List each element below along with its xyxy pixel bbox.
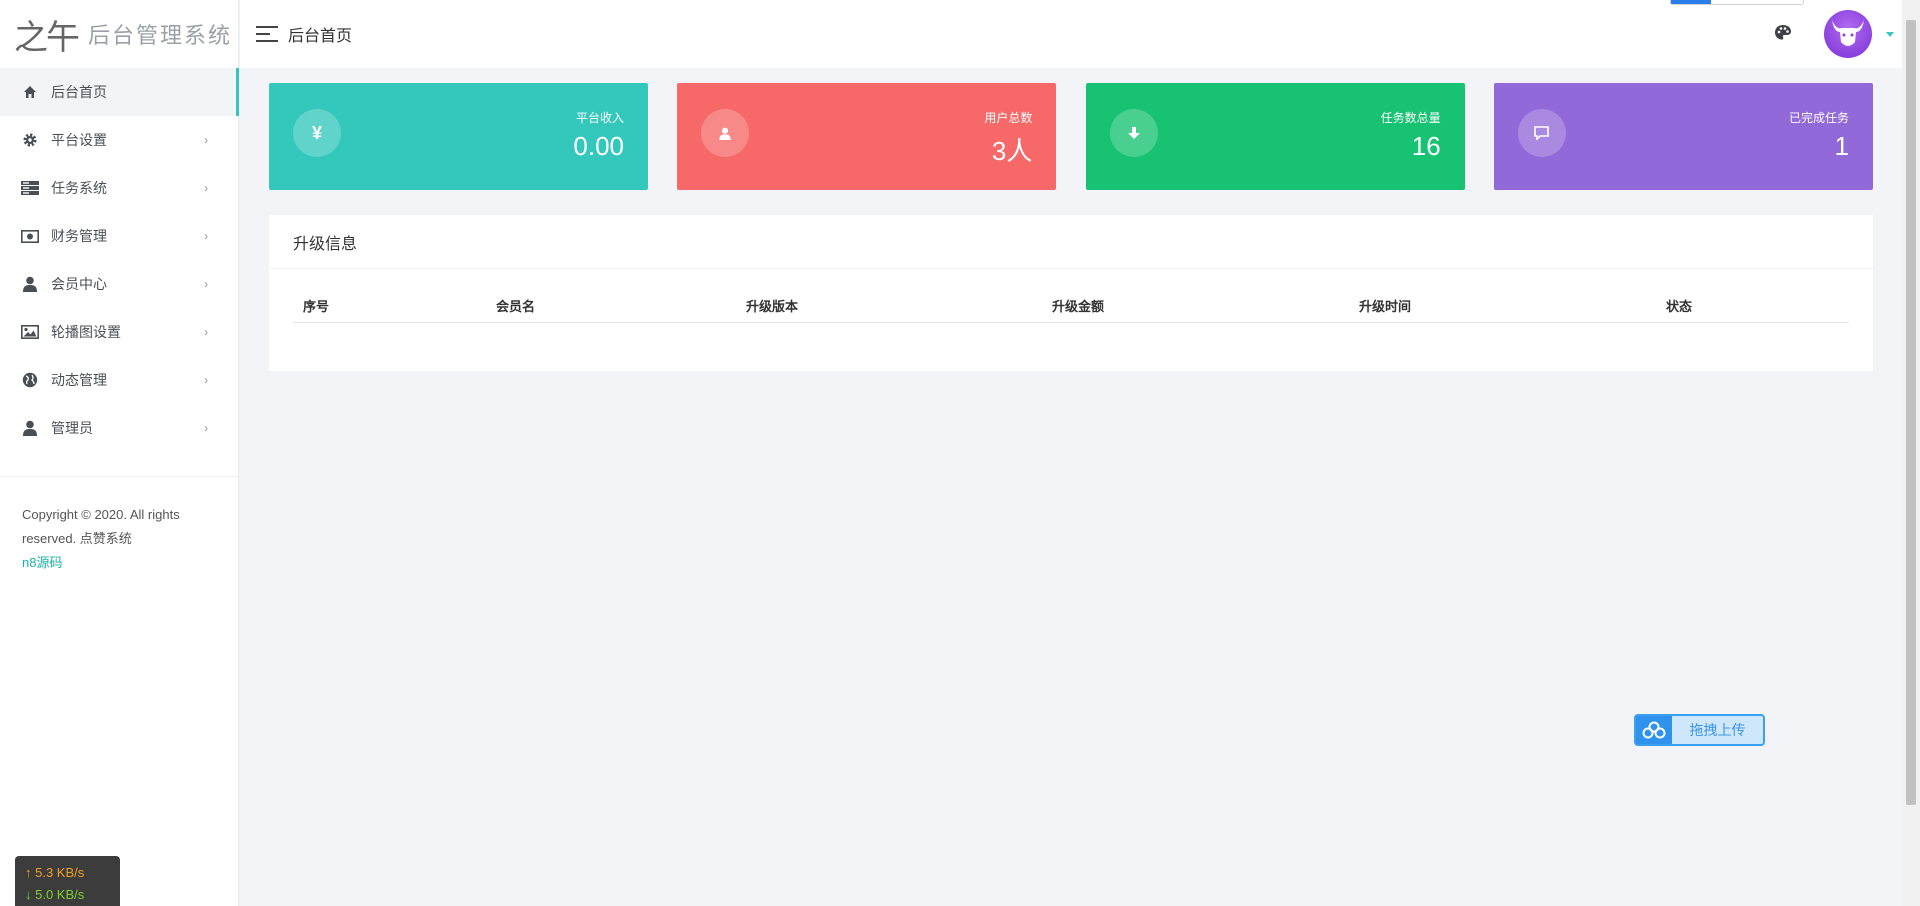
- money-icon: [21, 227, 39, 245]
- sidebar-item-home[interactable]: 后台首页: [0, 68, 239, 116]
- chevron-right-icon: ›: [204, 325, 208, 339]
- stat-value: 16: [1411, 131, 1441, 161]
- user-icon: [21, 419, 39, 437]
- sidebar-item-dynamic-management[interactable]: 动态管理 ›: [0, 356, 238, 404]
- stat-cards: ¥ 平台收入 0.00 用户总数 3人 任务数总量 16 已完成任务 1: [269, 83, 1873, 190]
- sidebar-item-administrators[interactable]: 管理员 ›: [0, 404, 238, 452]
- comment-icon: [1517, 109, 1566, 157]
- sidebar: 之午 后台管理系统 后台首页 平台设置 › 任务系统 › 财务管理 › 会员中心…: [0, 0, 239, 906]
- drag-upload-button[interactable]: 拖拽上传: [1634, 714, 1765, 746]
- cloud-icon: [1636, 716, 1672, 744]
- brand-link[interactable]: n8源码: [22, 551, 216, 575]
- stat-card-tasks-completed[interactable]: 已完成任务 1: [1493, 83, 1873, 190]
- column-header[interactable]: 序号: [303, 296, 329, 315]
- chevron-right-icon: ›: [204, 421, 208, 435]
- column-header[interactable]: 状态: [1666, 296, 1692, 315]
- user-icon: [21, 275, 39, 293]
- stat-value: 3人: [991, 136, 1033, 166]
- menu-toggle-icon[interactable]: [256, 26, 278, 42]
- sidebar-item-task-system[interactable]: 任务系统 ›: [0, 164, 238, 212]
- top-tab-indicator: [1670, 0, 1804, 5]
- sidebar-item-label: 财务管理: [51, 228, 107, 244]
- sidebar-item-label: 后台首页: [51, 84, 107, 100]
- sidebar-nav: 后台首页 平台设置 › 任务系统 › 财务管理 › 会员中心 › 轮播图设置 ›…: [0, 68, 239, 452]
- stat-label: 平台收入: [575, 111, 624, 125]
- globe-icon: [21, 371, 39, 389]
- panel-title: 升级信息: [269, 215, 1873, 269]
- sidebar-item-label: 会员中心: [51, 276, 107, 292]
- stat-label: 任务数总量: [1380, 111, 1441, 125]
- copyright-line-1: Copyright © 2020. All rights: [22, 507, 180, 522]
- chevron-right-icon: ›: [204, 181, 208, 195]
- image-icon: [21, 323, 39, 341]
- sidebar-item-member-center[interactable]: 会员中心 ›: [0, 260, 238, 308]
- server-icon: [21, 179, 39, 197]
- scrollbar-thumb[interactable]: [1906, 20, 1916, 805]
- copyright: Copyright © 2020. All rights reserved. 点…: [0, 477, 238, 575]
- page-title: 后台首页: [288, 28, 353, 45]
- upload-label: 拖拽上传: [1689, 722, 1746, 738]
- column-header[interactable]: 升级时间: [1359, 296, 1411, 315]
- chevron-right-icon: ›: [204, 373, 208, 387]
- sidebar-item-carousel-settings[interactable]: 轮播图设置 ›: [0, 308, 238, 356]
- stat-value: 1: [1834, 131, 1849, 161]
- avatar[interactable]: [1824, 10, 1872, 58]
- upgrade-info-panel: 升级信息 序号 会员名 升级版本 升级金额 升级时间 状态: [269, 215, 1873, 371]
- user-icon: [701, 109, 750, 157]
- column-header[interactable]: 升级金额: [1052, 296, 1104, 315]
- header-actions: [1774, 10, 1902, 58]
- logo-title: 后台管理系统: [88, 23, 233, 48]
- yen-icon: ¥: [293, 109, 341, 157]
- logo[interactable]: 之午 后台管理系统: [0, 0, 238, 68]
- bull-logo-icon: [1832, 20, 1864, 46]
- upload-speed: ↑ 5.3 KB/s: [25, 865, 85, 880]
- caret-down-icon[interactable]: [1886, 31, 1894, 37]
- chevron-right-icon: ›: [204, 277, 208, 291]
- copyright-line-2: reserved. 点赞系统: [22, 531, 132, 546]
- column-header[interactable]: 升级版本: [746, 296, 798, 315]
- palette-icon[interactable]: [1774, 24, 1794, 44]
- sidebar-item-label: 轮播图设置: [51, 324, 121, 340]
- home-icon: [21, 83, 39, 101]
- stat-card-users[interactable]: 用户总数 3人: [677, 83, 1057, 190]
- sidebar-item-label: 平台设置: [51, 132, 107, 148]
- chevron-right-icon: ›: [204, 133, 208, 147]
- top-header: 后台首页: [240, 0, 1902, 68]
- stat-card-income[interactable]: ¥ 平台收入 0.00: [269, 83, 648, 190]
- vertical-scrollbar[interactable]: [1902, 0, 1920, 906]
- sidebar-item-label: 管理员: [51, 420, 93, 436]
- stat-label: 已完成任务: [1788, 111, 1849, 125]
- chevron-right-icon: ›: [204, 229, 208, 243]
- column-header[interactable]: 会员名: [496, 296, 535, 315]
- sidebar-item-label: 任务系统: [51, 180, 107, 196]
- stat-value: 0.00: [573, 131, 624, 161]
- sidebar-item-platform-settings[interactable]: 平台设置 ›: [0, 116, 238, 164]
- stat-card-tasks-total[interactable]: 任务数总量 16: [1085, 83, 1465, 190]
- logo-mark: 之午: [14, 17, 80, 58]
- upgrade-table: 序号 会员名 升级版本 升级金额 升级时间 状态: [293, 288, 1849, 323]
- sidebar-item-label: 动态管理: [51, 372, 107, 388]
- download-speed: ↓ 5.0 KB/s: [25, 887, 85, 902]
- sidebar-item-finance[interactable]: 财务管理 ›: [0, 212, 238, 260]
- gear-icon: [21, 131, 39, 149]
- download-icon: [1109, 109, 1158, 157]
- network-speed-widget: ↑ 5.3 KB/s ↓ 5.0 KB/s: [15, 856, 120, 906]
- stat-label: 用户总数: [984, 111, 1033, 125]
